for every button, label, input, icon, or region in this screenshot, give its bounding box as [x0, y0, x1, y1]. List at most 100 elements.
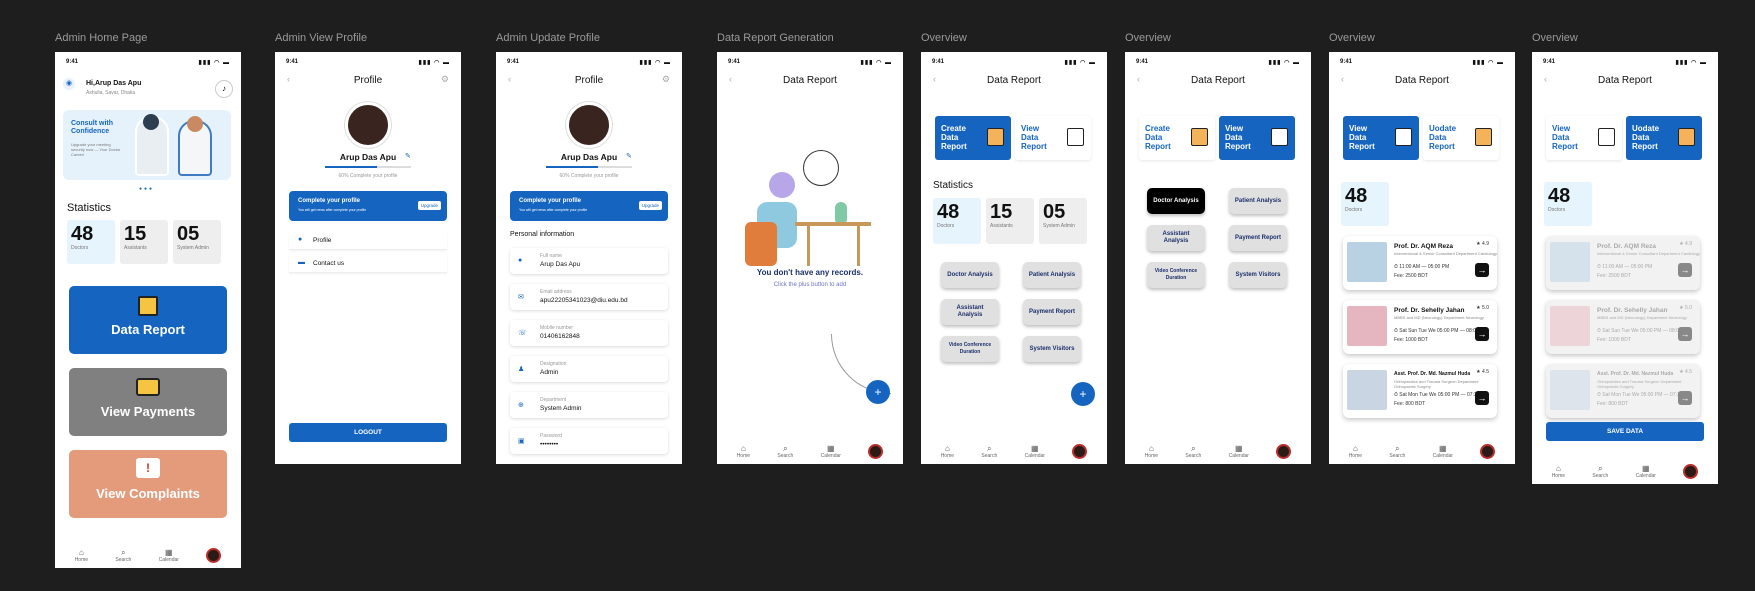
add-button[interactable]: +: [1071, 382, 1095, 406]
video-conference-duration-button[interactable]: Video Conference Duration: [941, 336, 999, 362]
nav-search[interactable]: ⌕ Search: [1389, 444, 1405, 459]
presentation-icon: [1067, 128, 1084, 146]
view-complaints-button[interactable]: ! View Complaints: [69, 450, 227, 518]
nav-search[interactable]: ⌕ Search: [1592, 464, 1608, 479]
department-field[interactable]: ⊕ Department System Admin: [510, 392, 668, 418]
nav-calendar[interactable]: ▦ Calendar: [1229, 444, 1249, 459]
update-data-report-tile[interactable]: Uodate Data Report: [1626, 116, 1702, 160]
avatar[interactable]: [1072, 443, 1088, 459]
system-visitors-button[interactable]: System Visitors: [1023, 336, 1081, 362]
nav-home[interactable]: ⌂ Home: [1145, 444, 1158, 459]
doctor-name: Prof. Dr. AQM Reza: [1597, 243, 1656, 250]
doctor-card[interactable]: Prof. Dr. AQM Reza Interventional & Senio…: [1546, 236, 1700, 290]
nav-label: Home: [1348, 452, 1363, 459]
assistant-analysis-button[interactable]: Assistant Analysis: [941, 299, 999, 325]
update-data-report-tile[interactable]: Uodate Data Report: [1423, 116, 1499, 160]
nav-home[interactable]: ⌂ Home: [1349, 444, 1362, 459]
mobile-field[interactable]: ☏ Mobile number 01406162848: [510, 320, 668, 346]
nav-home[interactable]: ⌂ Home: [75, 548, 88, 563]
avatar[interactable]: [1683, 463, 1699, 479]
payment-report-button[interactable]: Payment Report: [1229, 225, 1287, 251]
doctor-analysis-button[interactable]: Doctor Analysis: [941, 262, 999, 288]
frame-label: Data Report Generation: [717, 32, 834, 44]
save-data-button[interactable]: SAVE DATA: [1546, 422, 1704, 441]
carousel-dots[interactable]: ●●●: [139, 186, 154, 192]
view-data-report-tile[interactable]: View Data Report: [1015, 116, 1091, 160]
status-time: 9:41: [286, 59, 299, 65]
add-button[interactable]: +: [866, 380, 890, 404]
status-icons: ▮▮▮ ◠ ▬: [1472, 60, 1504, 66]
nav-home[interactable]: ⌂ Home: [941, 444, 954, 459]
nav-search[interactable]: ⌕ Search: [777, 444, 793, 459]
tile-label: Create Data Report: [1145, 124, 1171, 151]
view-data-report-tile[interactable]: View Data Report: [1343, 116, 1419, 160]
avatar[interactable]: [868, 443, 884, 459]
upgrade-button[interactable]: Upgrade: [417, 201, 441, 210]
promo-banner[interactable]: Consult with Confidence Upgrade your mee…: [63, 110, 231, 180]
system-visitors-button[interactable]: System Visitors: [1229, 262, 1287, 288]
view-data-report-tile[interactable]: View Data Report: [1219, 116, 1295, 160]
arrow-right-icon[interactable]: →: [1475, 391, 1489, 405]
password-field[interactable]: ▣ Password ••••••••: [510, 428, 668, 454]
nav-search[interactable]: ⌕ Search: [115, 548, 131, 563]
doctor-photo: [1550, 370, 1590, 410]
gear-icon[interactable]: ⚙: [662, 74, 670, 85]
arrow-right-icon[interactable]: →: [1475, 263, 1489, 277]
menu-item-profile[interactable]: ● Profile: [289, 232, 447, 250]
arrow-right-icon[interactable]: →: [1678, 391, 1692, 405]
data-report-button[interactable]: Data Report: [69, 286, 227, 354]
designation-field[interactable]: ♟ Designation Admin: [510, 356, 668, 382]
nav-search[interactable]: ⌕ Search: [1185, 444, 1201, 459]
doctor-card[interactable]: Prof. Dr. Sehelly Jahan MBBS and MD (Neur…: [1546, 300, 1700, 354]
upgrade-button[interactable]: Upgrade: [638, 201, 662, 210]
edit-icon[interactable]: ✎: [405, 152, 411, 160]
create-data-report-tile[interactable]: Create Data Report: [935, 116, 1011, 160]
patient-analysis-button[interactable]: Patient Analysis: [1023, 262, 1081, 288]
stat-doctors: 48 Doctors: [933, 198, 981, 244]
nav-home[interactable]: ⌂ Home: [737, 444, 750, 459]
presentation-icon: [1598, 128, 1615, 146]
bell-icon[interactable]: ♪: [215, 80, 233, 98]
nav-calendar[interactable]: ▦ Calendar: [1025, 444, 1045, 459]
video-conference-duration-button[interactable]: Video Conference Duration: [1147, 262, 1205, 288]
avatar[interactable]: [206, 547, 222, 563]
nav-calendar[interactable]: ▦ Calendar: [1636, 464, 1656, 479]
view-payments-label: View Payments: [100, 404, 196, 419]
avatar[interactable]: [1276, 443, 1292, 459]
view-data-report-tile[interactable]: View Data Report: [1546, 116, 1622, 160]
status-icons: ▮▮▮ ◠ ▬: [639, 60, 671, 66]
gear-icon[interactable]: ⚙: [441, 74, 449, 85]
nav-calendar[interactable]: ▦ Calendar: [1433, 444, 1453, 459]
frame-label: Admin Update Profile: [496, 32, 600, 44]
payment-report-button[interactable]: Payment Report: [1023, 299, 1081, 325]
avatar[interactable]: [1480, 443, 1496, 459]
patient-analysis-button[interactable]: Patient Analysis: [1229, 188, 1287, 214]
doctor-card[interactable]: Prof. Dr. Sehelly Jahan MBBS and MD (Neur…: [1343, 300, 1497, 354]
logout-button[interactable]: LOGOUT: [289, 423, 447, 442]
nav-calendar[interactable]: ▦ Calendar: [821, 444, 841, 459]
status-time: 9:41: [66, 59, 79, 65]
view-payments-button[interactable]: View Payments: [69, 368, 227, 436]
frame-label: Admin View Profile: [275, 32, 368, 44]
assistant-analysis-button[interactable]: Assistant Analysis: [1147, 225, 1205, 251]
nav-calendar[interactable]: ▦ Calendar: [159, 548, 179, 563]
arrow-right-icon[interactable]: →: [1678, 327, 1692, 341]
create-data-report-tile[interactable]: Create Data Report: [1139, 116, 1215, 160]
overview-stats-screen: 9:41 ▮▮▮ ◠ ▬ ‹ Data Report Create Data Re…: [921, 52, 1107, 464]
doctor-card[interactable]: Asst. Prof. Dr. Md. Nazmul Huda Orthopaed…: [1343, 364, 1497, 418]
full-name-field[interactable]: ● Full name Arup Das Apu: [510, 248, 668, 274]
doctor-card[interactable]: Asst. Prof. Dr. Md. Nazmul Huda Orthopaed…: [1546, 364, 1700, 418]
nav-home[interactable]: ⌂ Home: [1552, 464, 1565, 479]
edit-icon[interactable]: ✎: [626, 152, 632, 160]
bottom-nav: ⌂ Home ⌕ Search ▦ Calendar: [921, 438, 1107, 464]
profile-name: Arup Das Apu: [339, 152, 397, 162]
menu-item-contact[interactable]: ▬ Contact us: [289, 255, 447, 273]
arrow-right-icon[interactable]: →: [1678, 263, 1692, 277]
status-time: 9:41: [1340, 59, 1353, 65]
doctor-card[interactable]: Prof. Dr. AQM Reza Interventional & Senio…: [1343, 236, 1497, 290]
doctor-analysis-button[interactable]: Doctor Analysis: [1147, 188, 1205, 214]
nav-search[interactable]: ⌕ Search: [981, 444, 997, 459]
arrow-right-icon[interactable]: →: [1475, 327, 1489, 341]
home-icon: ⌂: [740, 443, 746, 453]
email-field[interactable]: ✉ Email address apu2220534102​3@diu.edu.bd: [510, 284, 668, 310]
